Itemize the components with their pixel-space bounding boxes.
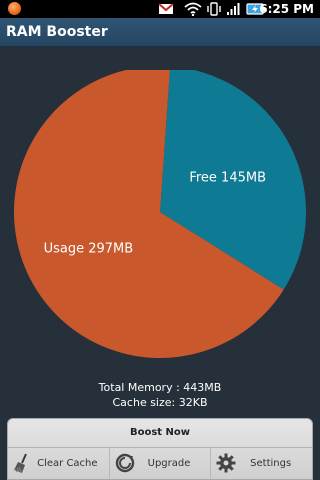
total-memory-text: Total Memory : 443MB xyxy=(98,381,222,394)
cache-size-text: Cache size: 32KB xyxy=(112,396,208,409)
status-time: 6:25 PM xyxy=(259,2,314,16)
clear-cache-label: Clear Cache xyxy=(37,458,98,469)
gmail-icon xyxy=(158,3,174,14)
app-screen: 6:25 PM RAM Booster Free 145MB Usage 297M… xyxy=(0,0,320,480)
upgrade-label: Upgrade xyxy=(147,458,191,469)
upgrade-button[interactable]: Upgrade xyxy=(110,448,212,479)
settings-button[interactable]: Settings xyxy=(211,448,312,479)
clear-cache-button[interactable]: Clear Cache xyxy=(8,448,110,479)
wifi-icon xyxy=(184,2,202,16)
signal-icon xyxy=(227,3,240,15)
vibrate-icon xyxy=(207,2,221,16)
boost-now-button[interactable]: Boost Now xyxy=(8,419,312,448)
notification-dot-icon xyxy=(8,2,21,15)
title-bar: RAM Booster xyxy=(0,18,320,47)
pie-chart-svg: Free 145MB Usage 297MB xyxy=(14,66,307,359)
pie-label-free: Free 145MB xyxy=(189,171,266,186)
pie-label-usage: Usage 297MB xyxy=(44,241,134,256)
status-bar: 6:25 PM xyxy=(0,0,320,18)
memory-pie-chart: Free 145MB Usage 297MB xyxy=(0,66,320,360)
settings-label: Settings xyxy=(250,458,292,469)
action-panel: Boost Now Clear Cache Upgrade Settings xyxy=(7,418,313,480)
app-title: RAM Booster xyxy=(6,24,108,40)
action-row: Clear Cache Upgrade Settings xyxy=(8,448,312,479)
